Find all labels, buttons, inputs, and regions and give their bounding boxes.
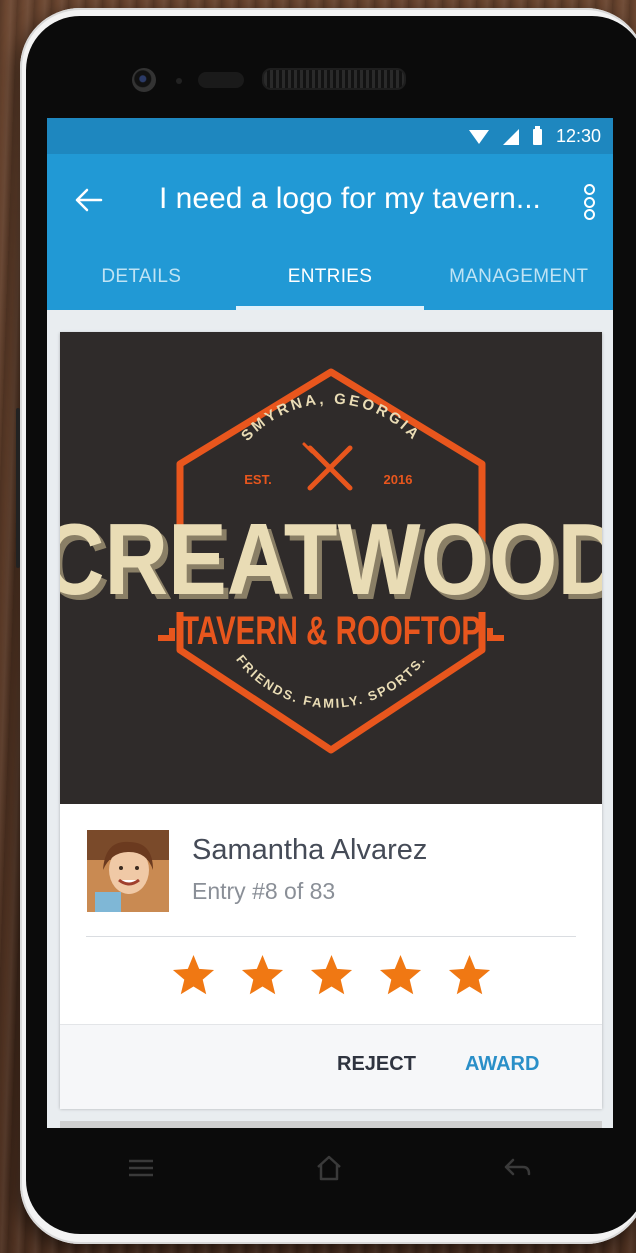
- more-vert-icon[interactable]: [583, 184, 595, 220]
- entry-author: Samantha Alvarez Entry #8 of 83: [60, 804, 602, 936]
- status-bar: 12:30: [47, 118, 613, 154]
- status-time: 12:30: [555, 126, 601, 146]
- star-icon[interactable]: [170, 952, 217, 999]
- star-icon[interactable]: [308, 952, 355, 999]
- avatar-image: [87, 830, 169, 912]
- logo-name: CREATWOOD: [60, 503, 602, 616]
- app-bar: I need a logo for my tavern...: [47, 154, 613, 246]
- back-button[interactable]: [71, 182, 107, 218]
- back-icon[interactable]: [499, 1150, 535, 1186]
- divider: [86, 936, 576, 937]
- tab-bar: DETAILS ENTRIES MANAGEMENT: [47, 244, 613, 310]
- home-icon[interactable]: [311, 1150, 347, 1186]
- star-icon[interactable]: [239, 952, 286, 999]
- logo-artwork: SMYRNA, GEORGIA FRIENDS. FAMILY. SPORTS.…: [60, 368, 602, 754]
- earpiece-speaker: [262, 68, 406, 90]
- arrow-left-icon: [75, 188, 103, 212]
- fork-knife-icon: [302, 442, 353, 491]
- logo-year: 2016: [384, 472, 413, 487]
- logo-est-label: EST.: [244, 472, 271, 487]
- avatar[interactable]: [87, 830, 169, 912]
- volume-button: [16, 408, 20, 568]
- entry-card: SMYRNA, GEORGIA FRIENDS. FAMILY. SPORTS.…: [60, 332, 602, 1109]
- battery-icon: [532, 125, 542, 145]
- award-button[interactable]: AWARD: [465, 1053, 539, 1076]
- front-camera: [132, 68, 156, 92]
- entry-number: Entry #8 of 83: [192, 878, 336, 904]
- logo-subtitle: TAVERN & ROOFTOP: [181, 609, 481, 653]
- star-icon[interactable]: [446, 952, 493, 999]
- star-icon[interactable]: [377, 952, 424, 999]
- cell-signal-icon: [502, 128, 519, 145]
- entry-logo-image[interactable]: SMYRNA, GEORGIA FRIENDS. FAMILY. SPORTS.…: [60, 332, 602, 804]
- logo-location-text: SMYRNA, GEORGIA: [238, 390, 421, 444]
- tab-management[interactable]: MANAGEMENT: [424, 244, 613, 310]
- entry-actions: REJECT AWARD: [60, 1024, 602, 1109]
- system-nav-bar: [47, 1128, 613, 1208]
- next-entry-card: [60, 1121, 602, 1128]
- star-rating[interactable]: [60, 952, 602, 999]
- tab-entries[interactable]: ENTRIES: [235, 244, 425, 310]
- proximity-sensor: [176, 78, 182, 84]
- tab-details[interactable]: DETAILS: [47, 244, 236, 310]
- wifi-icon: [468, 129, 489, 144]
- author-name: Samantha Alvarez: [192, 834, 428, 866]
- svg-text:SMYRNA, GEORGIA: SMYRNA, GEORGIA: [238, 390, 424, 444]
- reject-button[interactable]: REJECT: [337, 1053, 416, 1076]
- menu-icon[interactable]: [123, 1150, 159, 1186]
- light-sensor: [198, 72, 244, 88]
- page-title: I need a logo for my tavern...: [159, 182, 541, 215]
- screen: 12:30 I need a logo for my tavern... DET…: [47, 118, 613, 1128]
